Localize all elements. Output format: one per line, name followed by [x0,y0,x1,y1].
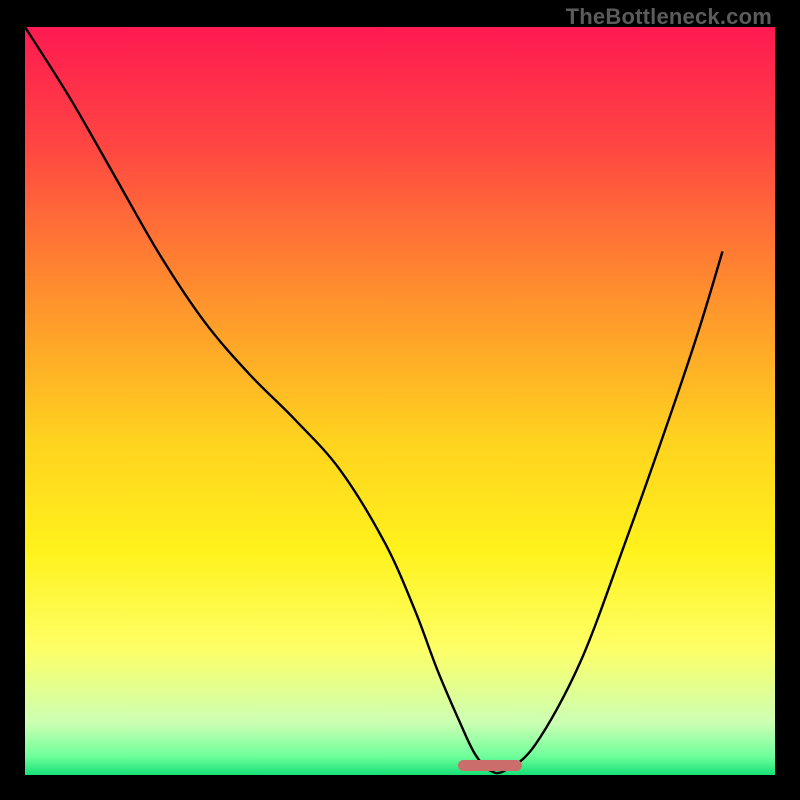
plot-area [25,27,775,775]
chart-frame: TheBottleneck.com [0,0,800,800]
bottleneck-curve [25,27,775,775]
optimal-range-marker [458,760,522,770]
